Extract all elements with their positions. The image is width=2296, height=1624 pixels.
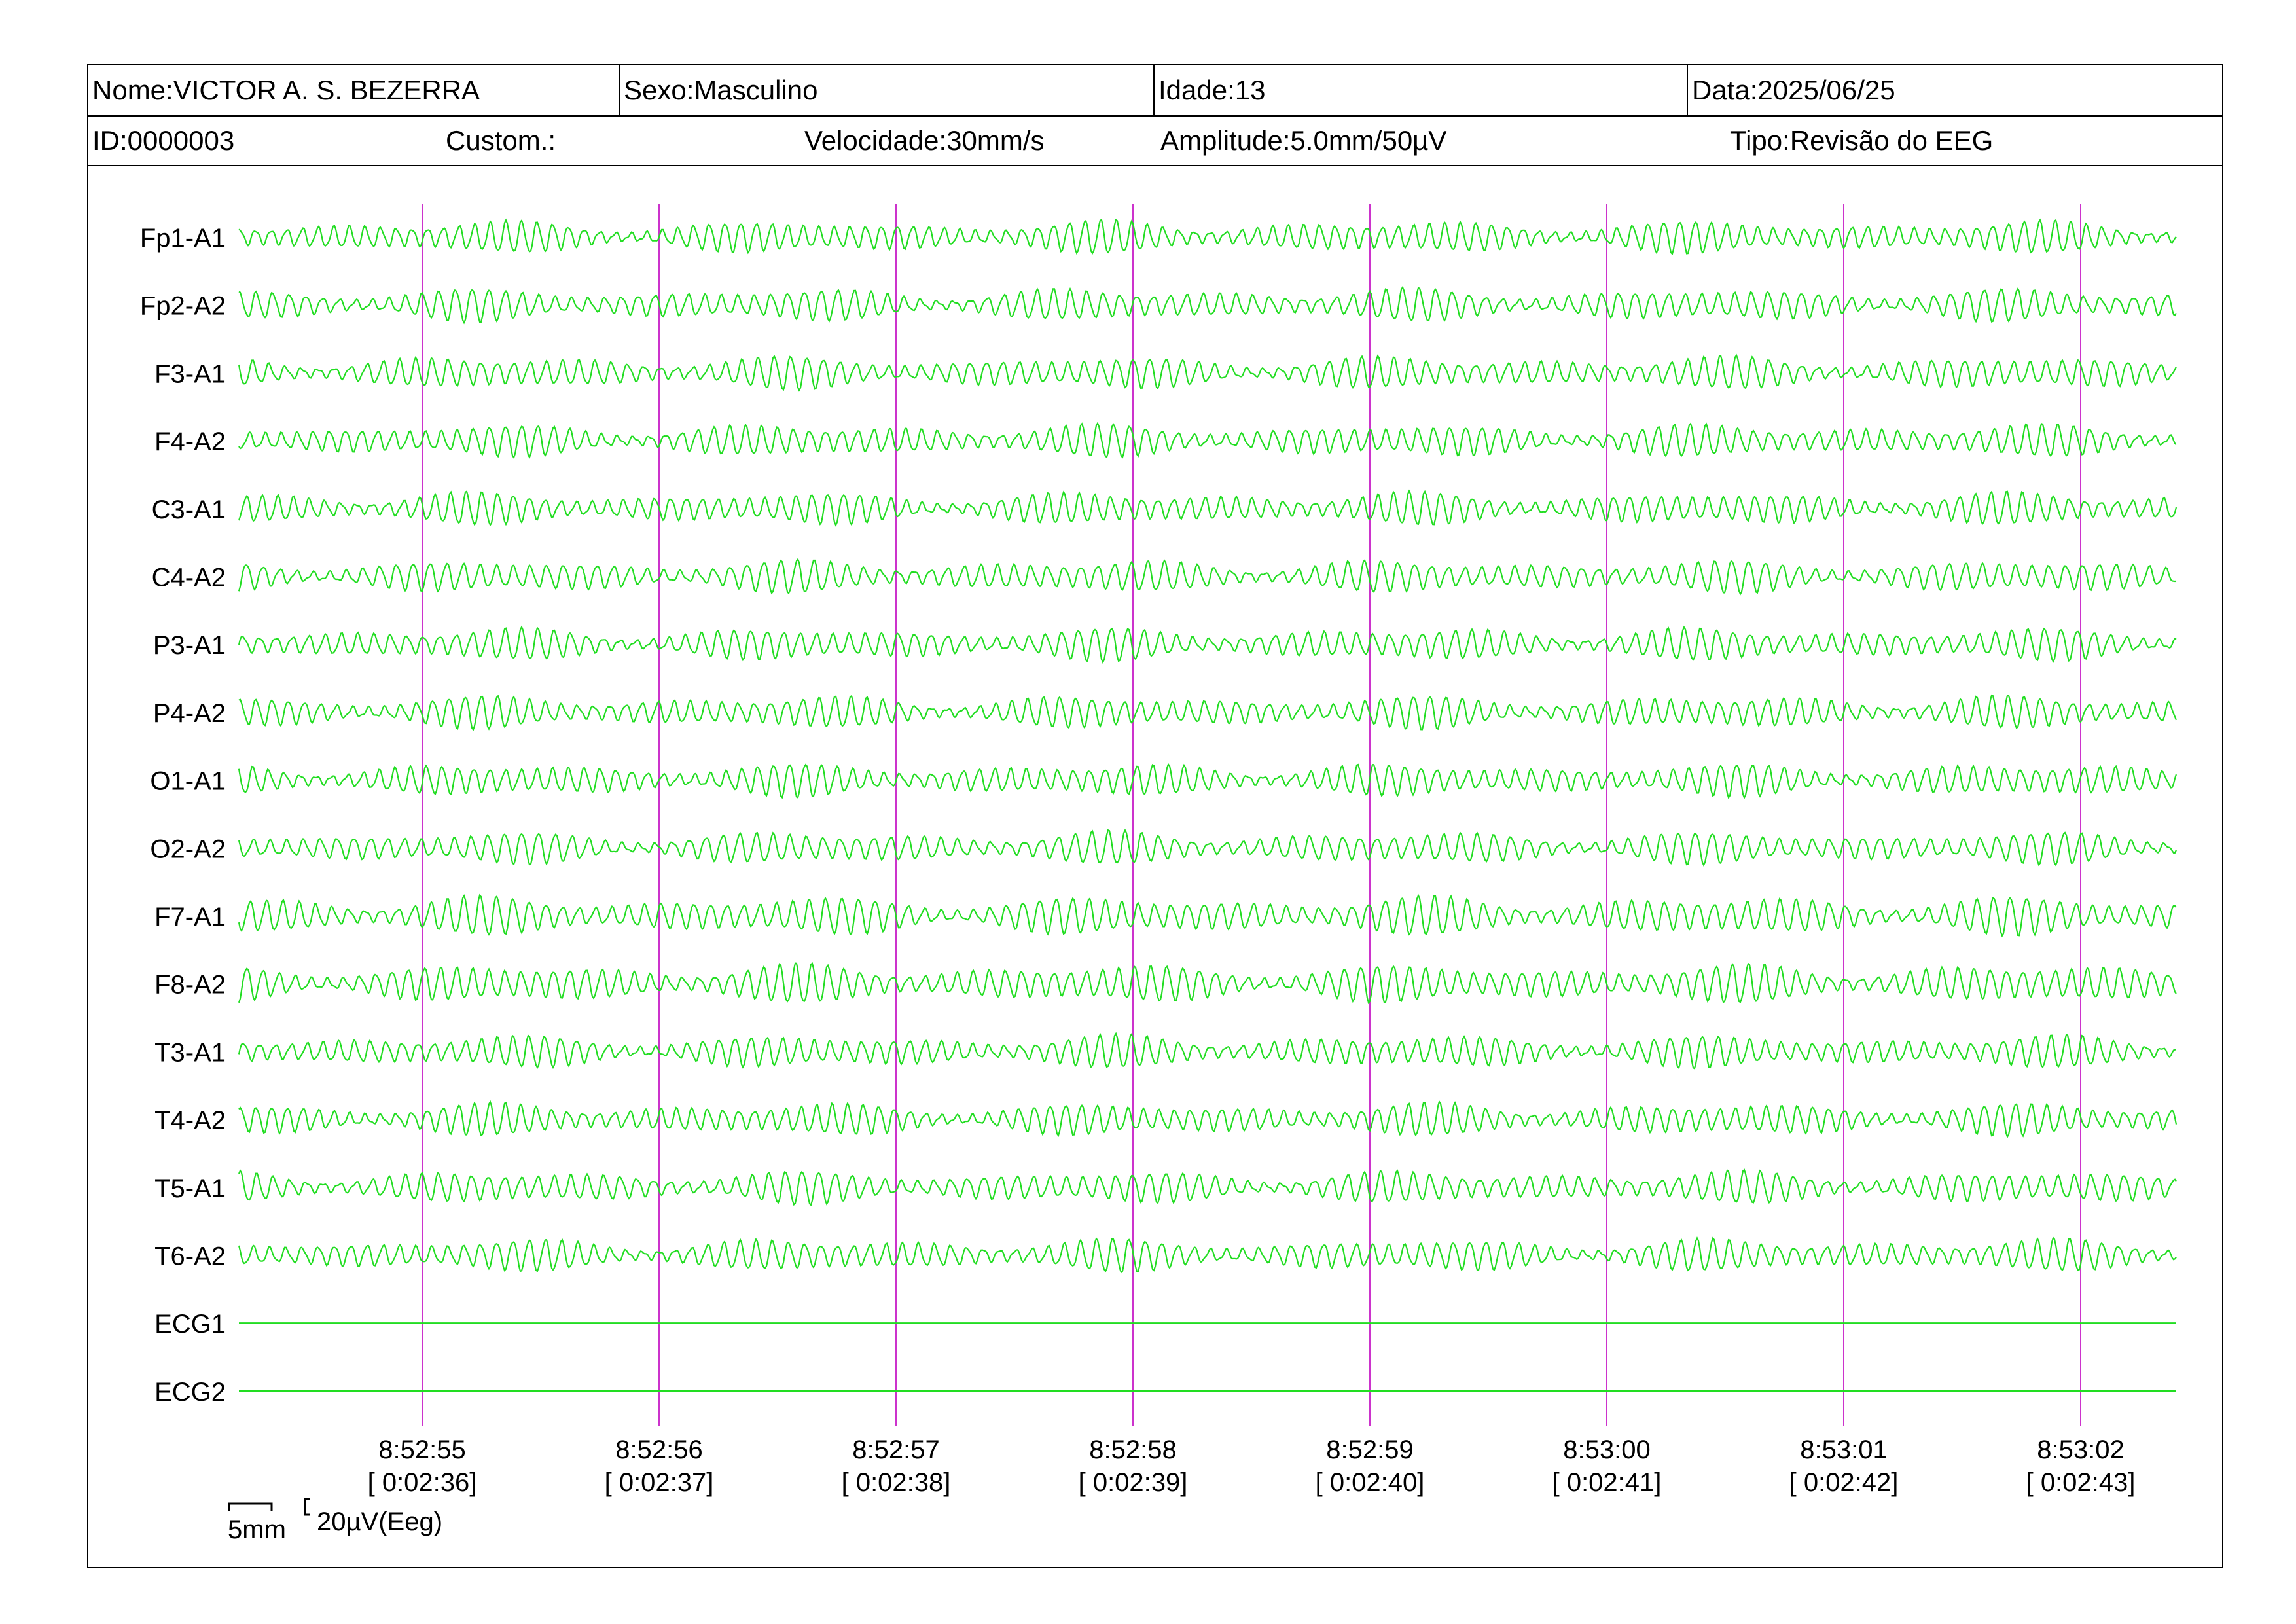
channel-label-fp2-a2: Fp2-A2 xyxy=(140,292,226,321)
tick-clock-4: 8:52:59 xyxy=(1326,1435,1413,1464)
channel-label-ecg1: ECG1 xyxy=(154,1310,226,1339)
trace-t6-a2 xyxy=(238,1236,2177,1274)
scale-amp-bracket xyxy=(304,1498,310,1516)
channel-label-o2-a2: O2-A2 xyxy=(150,835,226,863)
scale-amp-label: 20µV(Eeg) xyxy=(317,1507,442,1536)
tick-elapsed-0: [ 0:02:36] xyxy=(368,1468,477,1497)
channel-label-o1-a1: O1-A1 xyxy=(150,767,226,796)
tick-elapsed-3: [ 0:02:39] xyxy=(1079,1468,1188,1497)
channel-label-t4-a2: T4-A2 xyxy=(154,1106,226,1135)
trace-t5-a1 xyxy=(238,1168,2177,1206)
scale-bar: 5mm 20µV(Eeg) xyxy=(228,1498,442,1544)
tick-elapsed-1: [ 0:02:37] xyxy=(605,1468,714,1497)
tick-clock-6: 8:53:01 xyxy=(1800,1435,1887,1464)
channel-label-p3-a1: P3-A1 xyxy=(153,631,226,660)
channel-label-t3-a1: T3-A1 xyxy=(154,1038,226,1067)
trace-t3-a1 xyxy=(238,1032,2177,1070)
trace-fp2-a2 xyxy=(238,285,2177,325)
eeg-chart: Fp1-A1 Fp2-A2 F3-A1 F4-A2 C3-A1 C4-A2 P3-A1 P4-… xyxy=(140,204,2178,1544)
tick-clock-1: 8:52:56 xyxy=(615,1435,702,1464)
time-tick-labels: 8:52:55 [ 0:02:36] 8:52:56 [ 0:02:37] 8:52:5… xyxy=(368,1435,2136,1497)
trace-p3-a1 xyxy=(238,625,2177,664)
trace-f8-a2 xyxy=(238,962,2177,1005)
channel-label-t6-a2: T6-A2 xyxy=(154,1242,226,1271)
scale-time-bar xyxy=(228,1502,273,1511)
channel-label-c3-a1: C3-A1 xyxy=(152,496,226,524)
scale-time-label: 5mm xyxy=(228,1515,286,1544)
tick-elapsed-2: [ 0:02:38] xyxy=(842,1468,951,1497)
trace-p4-a2 xyxy=(238,694,2178,731)
tick-clock-0: 8:52:55 xyxy=(378,1435,465,1464)
tick-elapsed-4: [ 0:02:40] xyxy=(1316,1468,1425,1497)
channel-label-f4-a2: F4-A2 xyxy=(154,427,226,456)
channel-label-f8-a2: F8-A2 xyxy=(154,971,226,1000)
tick-clock-2: 8:52:57 xyxy=(852,1435,939,1464)
trace-o1-a1 xyxy=(238,763,2178,800)
channel-label-t5-a1: T5-A1 xyxy=(154,1174,226,1203)
tick-clock-3: 8:52:58 xyxy=(1089,1435,1176,1464)
tick-elapsed-6: [ 0:02:42] xyxy=(1789,1468,1899,1497)
channel-label-f7-a1: F7-A1 xyxy=(154,903,226,931)
trace-t4-a2 xyxy=(238,1100,2178,1139)
trace-f4-a2 xyxy=(238,422,2177,460)
eeg-traces xyxy=(238,218,2178,1392)
trace-fp1-a1 xyxy=(238,218,2177,255)
channel-label-c4-a2: C4-A2 xyxy=(152,564,226,592)
tick-clock-5: 8:53:00 xyxy=(1563,1435,1650,1464)
trace-f7-a1 xyxy=(238,893,2177,938)
tick-elapsed-5: [ 0:02:41] xyxy=(1552,1468,1662,1497)
trace-c3-a1 xyxy=(238,489,2178,528)
tick-clock-7: 8:53:02 xyxy=(2037,1435,2124,1464)
channel-label-fp1-a1: Fp1-A1 xyxy=(140,224,226,253)
time-markers xyxy=(422,204,2081,1426)
channel-label-ecg2: ECG2 xyxy=(154,1378,226,1407)
channel-label-p4-a2: P4-A2 xyxy=(153,699,226,728)
channel-labels: Fp1-A1 Fp2-A2 F3-A1 F4-A2 C3-A1 C4-A2 P3-A1 P4-… xyxy=(140,224,226,1407)
trace-o2-a2 xyxy=(238,828,2177,867)
channel-label-f3-a1: F3-A1 xyxy=(154,359,226,388)
trace-c4-a2 xyxy=(238,558,2177,596)
tick-elapsed-7: [ 0:02:43] xyxy=(2026,1468,2136,1497)
trace-f3-a1 xyxy=(238,353,2177,392)
